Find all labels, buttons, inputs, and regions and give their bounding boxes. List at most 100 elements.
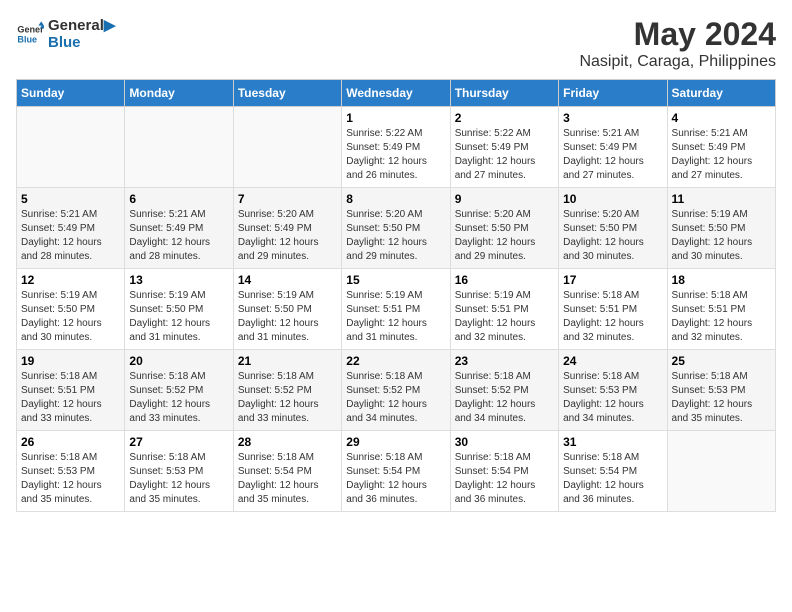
day-number: 5 (21, 192, 120, 206)
svg-text:Blue: Blue (17, 34, 37, 44)
calendar-cell: 12Sunrise: 5:19 AM Sunset: 5:50 PM Dayli… (17, 269, 125, 350)
calendar-cell: 28 Sunrise: 5:18 AM Sunset: 5:54 PM Dayli… (233, 431, 341, 512)
day-info: Sunrise: 5:21 AM Sunset: 5:49 PM Dayligh… (672, 127, 771, 183)
day-number: 16 (455, 273, 554, 287)
day-info: Sunrise: 5:18 AM Sunset: 5:54 PM Dayligh… (238, 451, 337, 507)
day-number: 29 (346, 435, 445, 449)
calendar-cell: 1 Sunrise: 5:22 AM Sunset: 5:49 PM Daylig… (342, 107, 450, 188)
header: General Blue General▶ Blue May 2024 Nasi… (16, 16, 776, 71)
day-info: Sunrise: 5:21 AM Sunset: 5:49 PM Dayligh… (21, 208, 120, 264)
day-header-thursday: Thursday (450, 80, 558, 107)
day-info: Sunrise: 5:18 AM Sunset: 5:53 PM Dayligh… (563, 370, 662, 426)
day-header-wednesday: Wednesday (342, 80, 450, 107)
calendar-cell: 17 Sunrise: 5:18 AM Sunset: 5:51 PM Dayli… (559, 269, 667, 350)
calendar-cell: 14 Sunrise: 5:19 AM Sunset: 5:50 PM Dayli… (233, 269, 341, 350)
day-number: 20 (129, 354, 228, 368)
calendar-cell: 27Sunrise: 5:18 AM Sunset: 5:53 PM Dayli… (125, 431, 233, 512)
day-header-saturday: Saturday (667, 80, 775, 107)
day-info: Sunrise: 5:18 AM Sunset: 5:52 PM Dayligh… (238, 370, 337, 426)
day-number: 11 (672, 192, 771, 206)
day-number: 15 (346, 273, 445, 287)
calendar-week-row: 1 Sunrise: 5:22 AM Sunset: 5:49 PM Daylig… (17, 107, 776, 188)
day-number: 13 (129, 273, 228, 287)
calendar-cell: 18 Sunrise: 5:18 AM Sunset: 5:51 PM Dayli… (667, 269, 775, 350)
calendar-cell: 4 Sunrise: 5:21 AM Sunset: 5:49 PM Daylig… (667, 107, 775, 188)
day-number: 21 (238, 354, 337, 368)
calendar-cell (17, 107, 125, 188)
page-title: May 2024 (579, 16, 776, 53)
calendar-cell: 10 Sunrise: 5:20 AM Sunset: 5:50 PM Dayli… (559, 188, 667, 269)
day-number: 8 (346, 192, 445, 206)
day-info: Sunrise: 5:22 AM Sunset: 5:49 PM Dayligh… (455, 127, 554, 183)
day-info: Sunrise: 5:18 AM Sunset: 5:52 PM Dayligh… (346, 370, 445, 426)
calendar-week-row: 26 Sunrise: 5:18 AM Sunset: 5:53 PM Dayli… (17, 431, 776, 512)
calendar-cell: 26 Sunrise: 5:18 AM Sunset: 5:53 PM Dayli… (17, 431, 125, 512)
day-info: Sunrise: 5:18 AM Sunset: 5:53 PM Dayligh… (672, 370, 771, 426)
day-number: 23 (455, 354, 554, 368)
day-number: 25 (672, 354, 771, 368)
day-info: Sunrise: 5:21 AM Sunset: 5:49 PM Dayligh… (129, 208, 228, 264)
day-number: 1 (346, 111, 445, 125)
calendar-cell: 20Sunrise: 5:18 AM Sunset: 5:52 PM Dayli… (125, 350, 233, 431)
calendar-cell: 29Sunrise: 5:18 AM Sunset: 5:54 PM Dayli… (342, 431, 450, 512)
day-number: 19 (21, 354, 120, 368)
day-number: 14 (238, 273, 337, 287)
logo-icon: General Blue (16, 20, 44, 48)
page-subtitle: Nasipit, Caraga, Philippines (579, 53, 776, 71)
calendar-cell: 7Sunrise: 5:20 AM Sunset: 5:49 PM Daylig… (233, 188, 341, 269)
calendar-week-row: 12Sunrise: 5:19 AM Sunset: 5:50 PM Dayli… (17, 269, 776, 350)
calendar-cell: 16 Sunrise: 5:19 AM Sunset: 5:51 PM Dayli… (450, 269, 558, 350)
calendar-cell: 6 Sunrise: 5:21 AM Sunset: 5:49 PM Daylig… (125, 188, 233, 269)
calendar-cell (233, 107, 341, 188)
day-number: 26 (21, 435, 120, 449)
calendar-cell: 13Sunrise: 5:19 AM Sunset: 5:50 PM Dayli… (125, 269, 233, 350)
logo: General Blue General▶ Blue (16, 16, 115, 51)
day-info: Sunrise: 5:18 AM Sunset: 5:51 PM Dayligh… (21, 370, 120, 426)
day-header-friday: Friday (559, 80, 667, 107)
day-info: Sunrise: 5:20 AM Sunset: 5:50 PM Dayligh… (346, 208, 445, 264)
day-info: Sunrise: 5:22 AM Sunset: 5:49 PM Dayligh… (346, 127, 445, 183)
svg-text:General: General (17, 24, 44, 34)
day-info: Sunrise: 5:19 AM Sunset: 5:50 PM Dayligh… (238, 289, 337, 345)
calendar-cell: 21 Sunrise: 5:18 AM Sunset: 5:52 PM Dayli… (233, 350, 341, 431)
day-info: Sunrise: 5:18 AM Sunset: 5:52 PM Dayligh… (455, 370, 554, 426)
calendar-cell: 22 Sunrise: 5:18 AM Sunset: 5:52 PM Dayli… (342, 350, 450, 431)
calendar-cell: 9Sunrise: 5:20 AM Sunset: 5:50 PM Daylig… (450, 188, 558, 269)
day-number: 31 (563, 435, 662, 449)
day-number: 10 (563, 192, 662, 206)
calendar-week-row: 5 Sunrise: 5:21 AM Sunset: 5:49 PM Daylig… (17, 188, 776, 269)
day-number: 18 (672, 273, 771, 287)
day-info: Sunrise: 5:18 AM Sunset: 5:53 PM Dayligh… (21, 451, 120, 507)
day-number: 7 (238, 192, 337, 206)
calendar-cell (125, 107, 233, 188)
day-number: 22 (346, 354, 445, 368)
calendar-cell: 30Sunrise: 5:18 AM Sunset: 5:54 PM Dayli… (450, 431, 558, 512)
day-info: Sunrise: 5:18 AM Sunset: 5:54 PM Dayligh… (455, 451, 554, 507)
day-number: 4 (672, 111, 771, 125)
calendar-cell: 24 Sunrise: 5:18 AM Sunset: 5:53 PM Dayli… (559, 350, 667, 431)
calendar-cell: 25 Sunrise: 5:18 AM Sunset: 5:53 PM Dayli… (667, 350, 775, 431)
day-info: Sunrise: 5:18 AM Sunset: 5:53 PM Dayligh… (129, 451, 228, 507)
day-number: 28 (238, 435, 337, 449)
day-number: 17 (563, 273, 662, 287)
day-info: Sunrise: 5:19 AM Sunset: 5:50 PM Dayligh… (21, 289, 120, 345)
day-info: Sunrise: 5:20 AM Sunset: 5:50 PM Dayligh… (563, 208, 662, 264)
calendar-cell: 5 Sunrise: 5:21 AM Sunset: 5:49 PM Daylig… (17, 188, 125, 269)
calendar-cell: 23 Sunrise: 5:18 AM Sunset: 5:52 PM Dayli… (450, 350, 558, 431)
calendar-cell: 11 Sunrise: 5:19 AM Sunset: 5:50 PM Dayli… (667, 188, 775, 269)
day-number: 6 (129, 192, 228, 206)
day-info: Sunrise: 5:18 AM Sunset: 5:51 PM Dayligh… (563, 289, 662, 345)
calendar-header-row: SundayMondayTuesdayWednesdayThursdayFrid… (17, 80, 776, 107)
calendar-cell (667, 431, 775, 512)
calendar-cell: 19 Sunrise: 5:18 AM Sunset: 5:51 PM Dayli… (17, 350, 125, 431)
day-info: Sunrise: 5:18 AM Sunset: 5:51 PM Dayligh… (672, 289, 771, 345)
day-number: 24 (563, 354, 662, 368)
day-info: Sunrise: 5:18 AM Sunset: 5:54 PM Dayligh… (563, 451, 662, 507)
calendar-table: SundayMondayTuesdayWednesdayThursdayFrid… (16, 79, 776, 512)
title-area: May 2024 Nasipit, Caraga, Philippines (579, 16, 776, 71)
day-number: 3 (563, 111, 662, 125)
day-header-monday: Monday (125, 80, 233, 107)
calendar-cell: 8 Sunrise: 5:20 AM Sunset: 5:50 PM Daylig… (342, 188, 450, 269)
day-info: Sunrise: 5:19 AM Sunset: 5:50 PM Dayligh… (672, 208, 771, 264)
day-info: Sunrise: 5:19 AM Sunset: 5:51 PM Dayligh… (455, 289, 554, 345)
